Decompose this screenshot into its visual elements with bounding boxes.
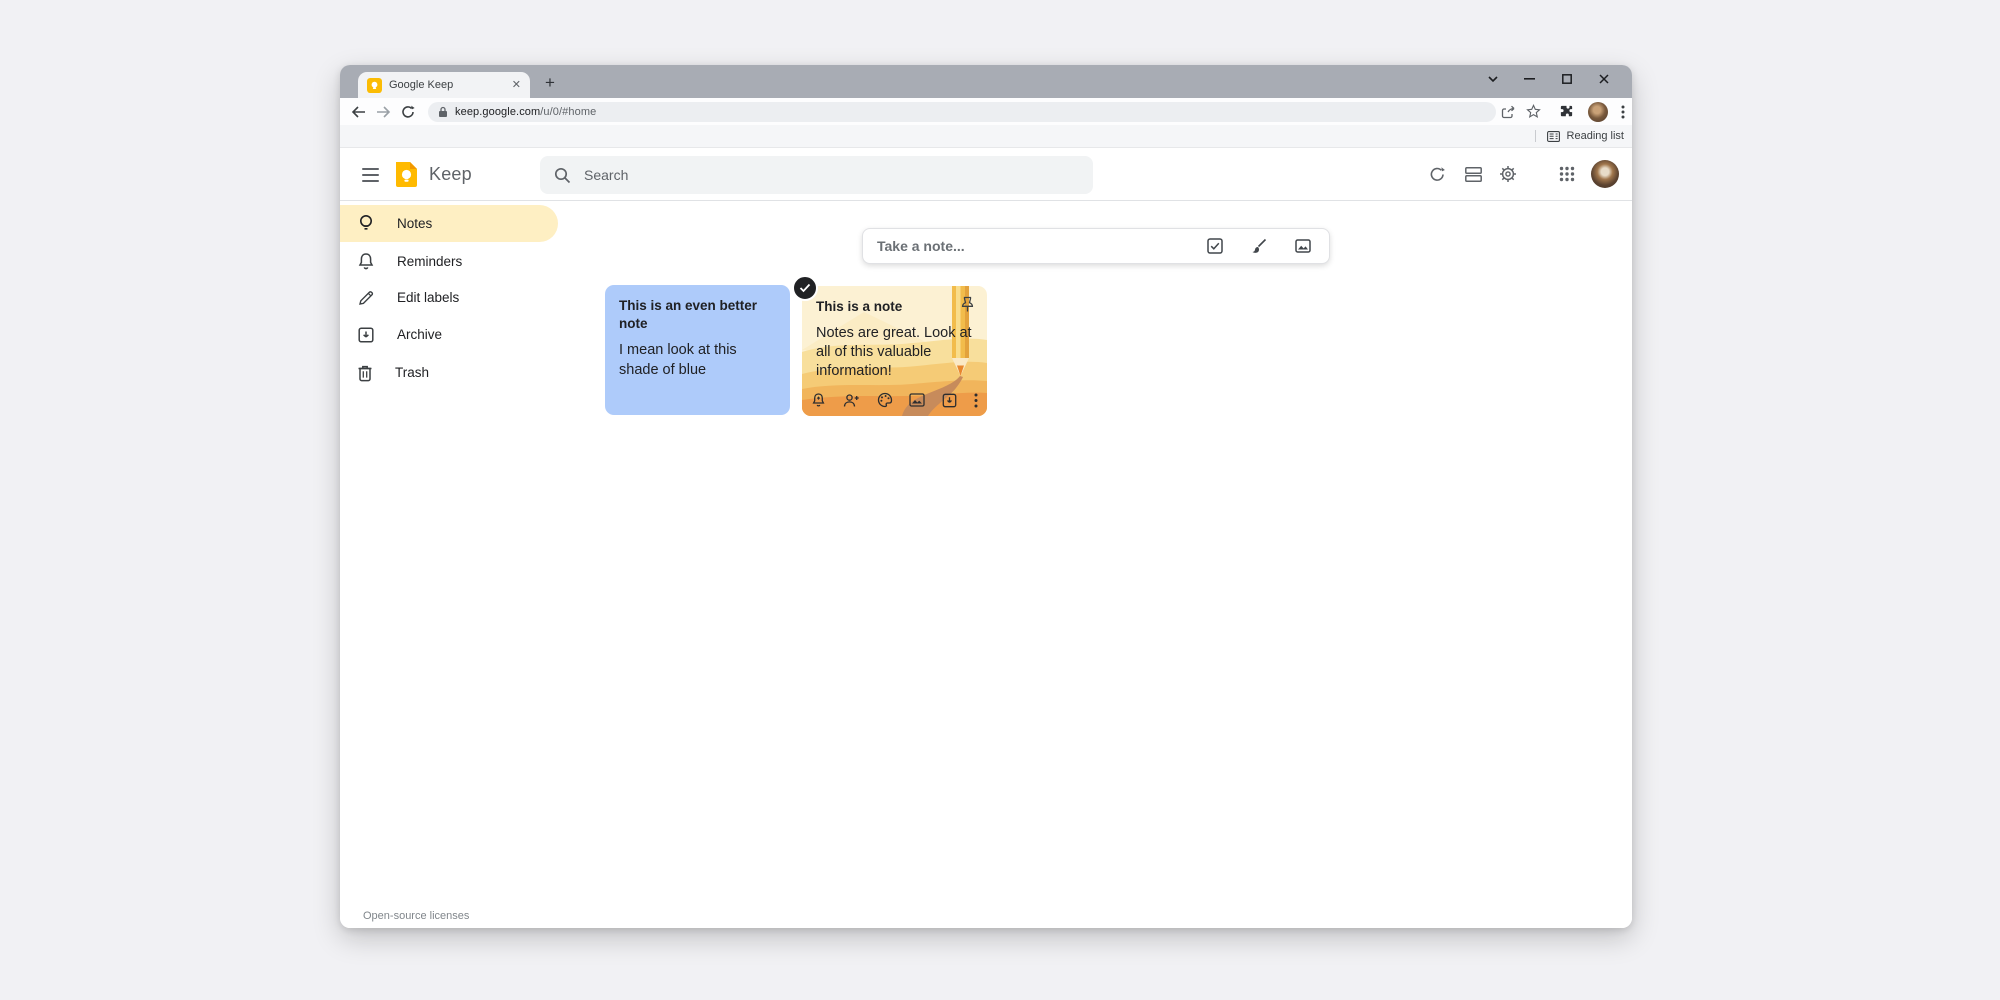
extensions-puzzle-icon[interactable] — [1554, 98, 1578, 125]
note-body: I mean look at this shade of blue — [619, 341, 776, 379]
keep-logo-icon — [394, 161, 419, 188]
keep-header: Keep Search — [340, 148, 1632, 201]
palette-icon[interactable] — [877, 392, 893, 408]
browser-tab[interactable]: Google Keep ✕ — [358, 72, 530, 98]
main-menu-hamburger-icon[interactable] — [358, 163, 382, 187]
sidebar-item-trash[interactable]: Trash — [340, 354, 558, 391]
search-placeholder: Search — [584, 167, 628, 183]
bookmarks-bar: Reading list — [340, 125, 1632, 148]
sidebar-item-label: Trash — [395, 365, 429, 380]
browser-toolbar: keep.google.com/u/0/#home — [340, 98, 1632, 125]
reading-list-label[interactable]: Reading list — [1567, 130, 1624, 142]
sidebar-item-label: Edit labels — [397, 290, 459, 305]
address-bar[interactable]: keep.google.com/u/0/#home — [428, 102, 1496, 122]
sidebar-item-label: Reminders — [397, 254, 462, 269]
url-path: /u/0/#home — [540, 106, 596, 118]
new-list-checkbox-icon[interactable] — [1207, 238, 1223, 254]
back-icon[interactable] — [346, 98, 370, 125]
settings-gear-icon[interactable] — [1495, 161, 1521, 187]
note-body: Notes are great. Look at all of this val… — [816, 324, 973, 381]
refresh-icon[interactable] — [396, 98, 420, 125]
take-a-note-input[interactable]: Take a note... — [862, 228, 1330, 264]
new-drawing-brush-icon[interactable] — [1251, 238, 1267, 254]
new-image-icon[interactable] — [1295, 238, 1311, 254]
bookmark-star-icon[interactable] — [1521, 98, 1545, 125]
tab-title: Google Keep — [389, 79, 505, 91]
window-controls — [1474, 65, 1622, 93]
reminder-bell-plus-icon[interactable] — [811, 392, 826, 408]
share-icon[interactable] — [1496, 98, 1520, 125]
browser-window: Google Keep ✕ + — [340, 65, 1632, 928]
add-image-icon[interactable] — [909, 393, 925, 407]
sidebar-item-label: Archive — [397, 327, 442, 342]
sidebar-item-edit-labels[interactable]: Edit labels — [340, 279, 558, 316]
sidebar-item-label: Notes — [397, 216, 432, 231]
lightbulb-icon — [357, 214, 375, 233]
pin-icon[interactable] — [960, 296, 975, 313]
lock-icon — [438, 106, 448, 118]
sidebar-item-notes[interactable]: Notes — [340, 205, 558, 242]
open-source-licenses-link[interactable]: Open-source licenses — [363, 910, 469, 922]
search-icon[interactable] — [554, 167, 571, 184]
account-avatar[interactable] — [1591, 160, 1619, 188]
note-card-orange[interactable]: This is a note Notes are great. Look at … — [802, 286, 987, 416]
tab-strip: Google Keep ✕ + — [340, 65, 1632, 98]
add-collaborator-icon[interactable] — [843, 393, 860, 408]
search-input[interactable]: Search — [540, 156, 1093, 194]
note-title: This is an even better note — [619, 297, 776, 333]
sidebar-item-archive[interactable]: Archive — [340, 316, 558, 353]
tab-search-chevron-icon[interactable] — [1474, 65, 1511, 93]
reading-list-icon — [1547, 131, 1560, 142]
forward-icon[interactable] — [371, 98, 395, 125]
new-tab-button[interactable]: + — [538, 71, 562, 95]
main-content: Notes Reminders Edit labels Archive Tras — [340, 202, 1632, 928]
list-view-icon[interactable] — [1460, 161, 1486, 187]
minimize-button[interactable] — [1511, 65, 1548, 93]
url-domain: keep.google.com — [455, 106, 540, 118]
close-button[interactable] — [1585, 65, 1622, 93]
note-title: This is a note — [816, 298, 960, 316]
browser-menu-kebab-icon[interactable] — [1611, 98, 1632, 125]
more-kebab-icon[interactable] — [974, 393, 978, 408]
google-apps-grid-icon[interactable] — [1554, 161, 1580, 187]
pencil-icon — [357, 289, 375, 307]
app-title: Keep — [429, 164, 472, 185]
bell-icon — [357, 252, 375, 271]
refresh-notes-icon[interactable] — [1424, 161, 1450, 187]
url-text: keep.google.com/u/0/#home — [455, 106, 596, 118]
take-a-note-placeholder: Take a note... — [877, 238, 1207, 254]
sidebar-item-reminders[interactable]: Reminders — [340, 243, 558, 280]
note-toolbar — [802, 387, 987, 413]
note-selected-check-icon[interactable] — [792, 275, 818, 301]
trash-icon — [357, 364, 373, 382]
divider — [1535, 130, 1536, 142]
archive-note-icon[interactable] — [942, 393, 957, 408]
tab-close-icon[interactable]: ✕ — [512, 80, 521, 91]
maximize-button[interactable] — [1548, 65, 1585, 93]
note-card-blue[interactable]: This is an even better note I mean look … — [605, 285, 790, 415]
browser-profile-avatar[interactable] — [1586, 98, 1610, 125]
archive-icon — [357, 326, 375, 344]
keep-favicon-icon — [367, 78, 382, 93]
